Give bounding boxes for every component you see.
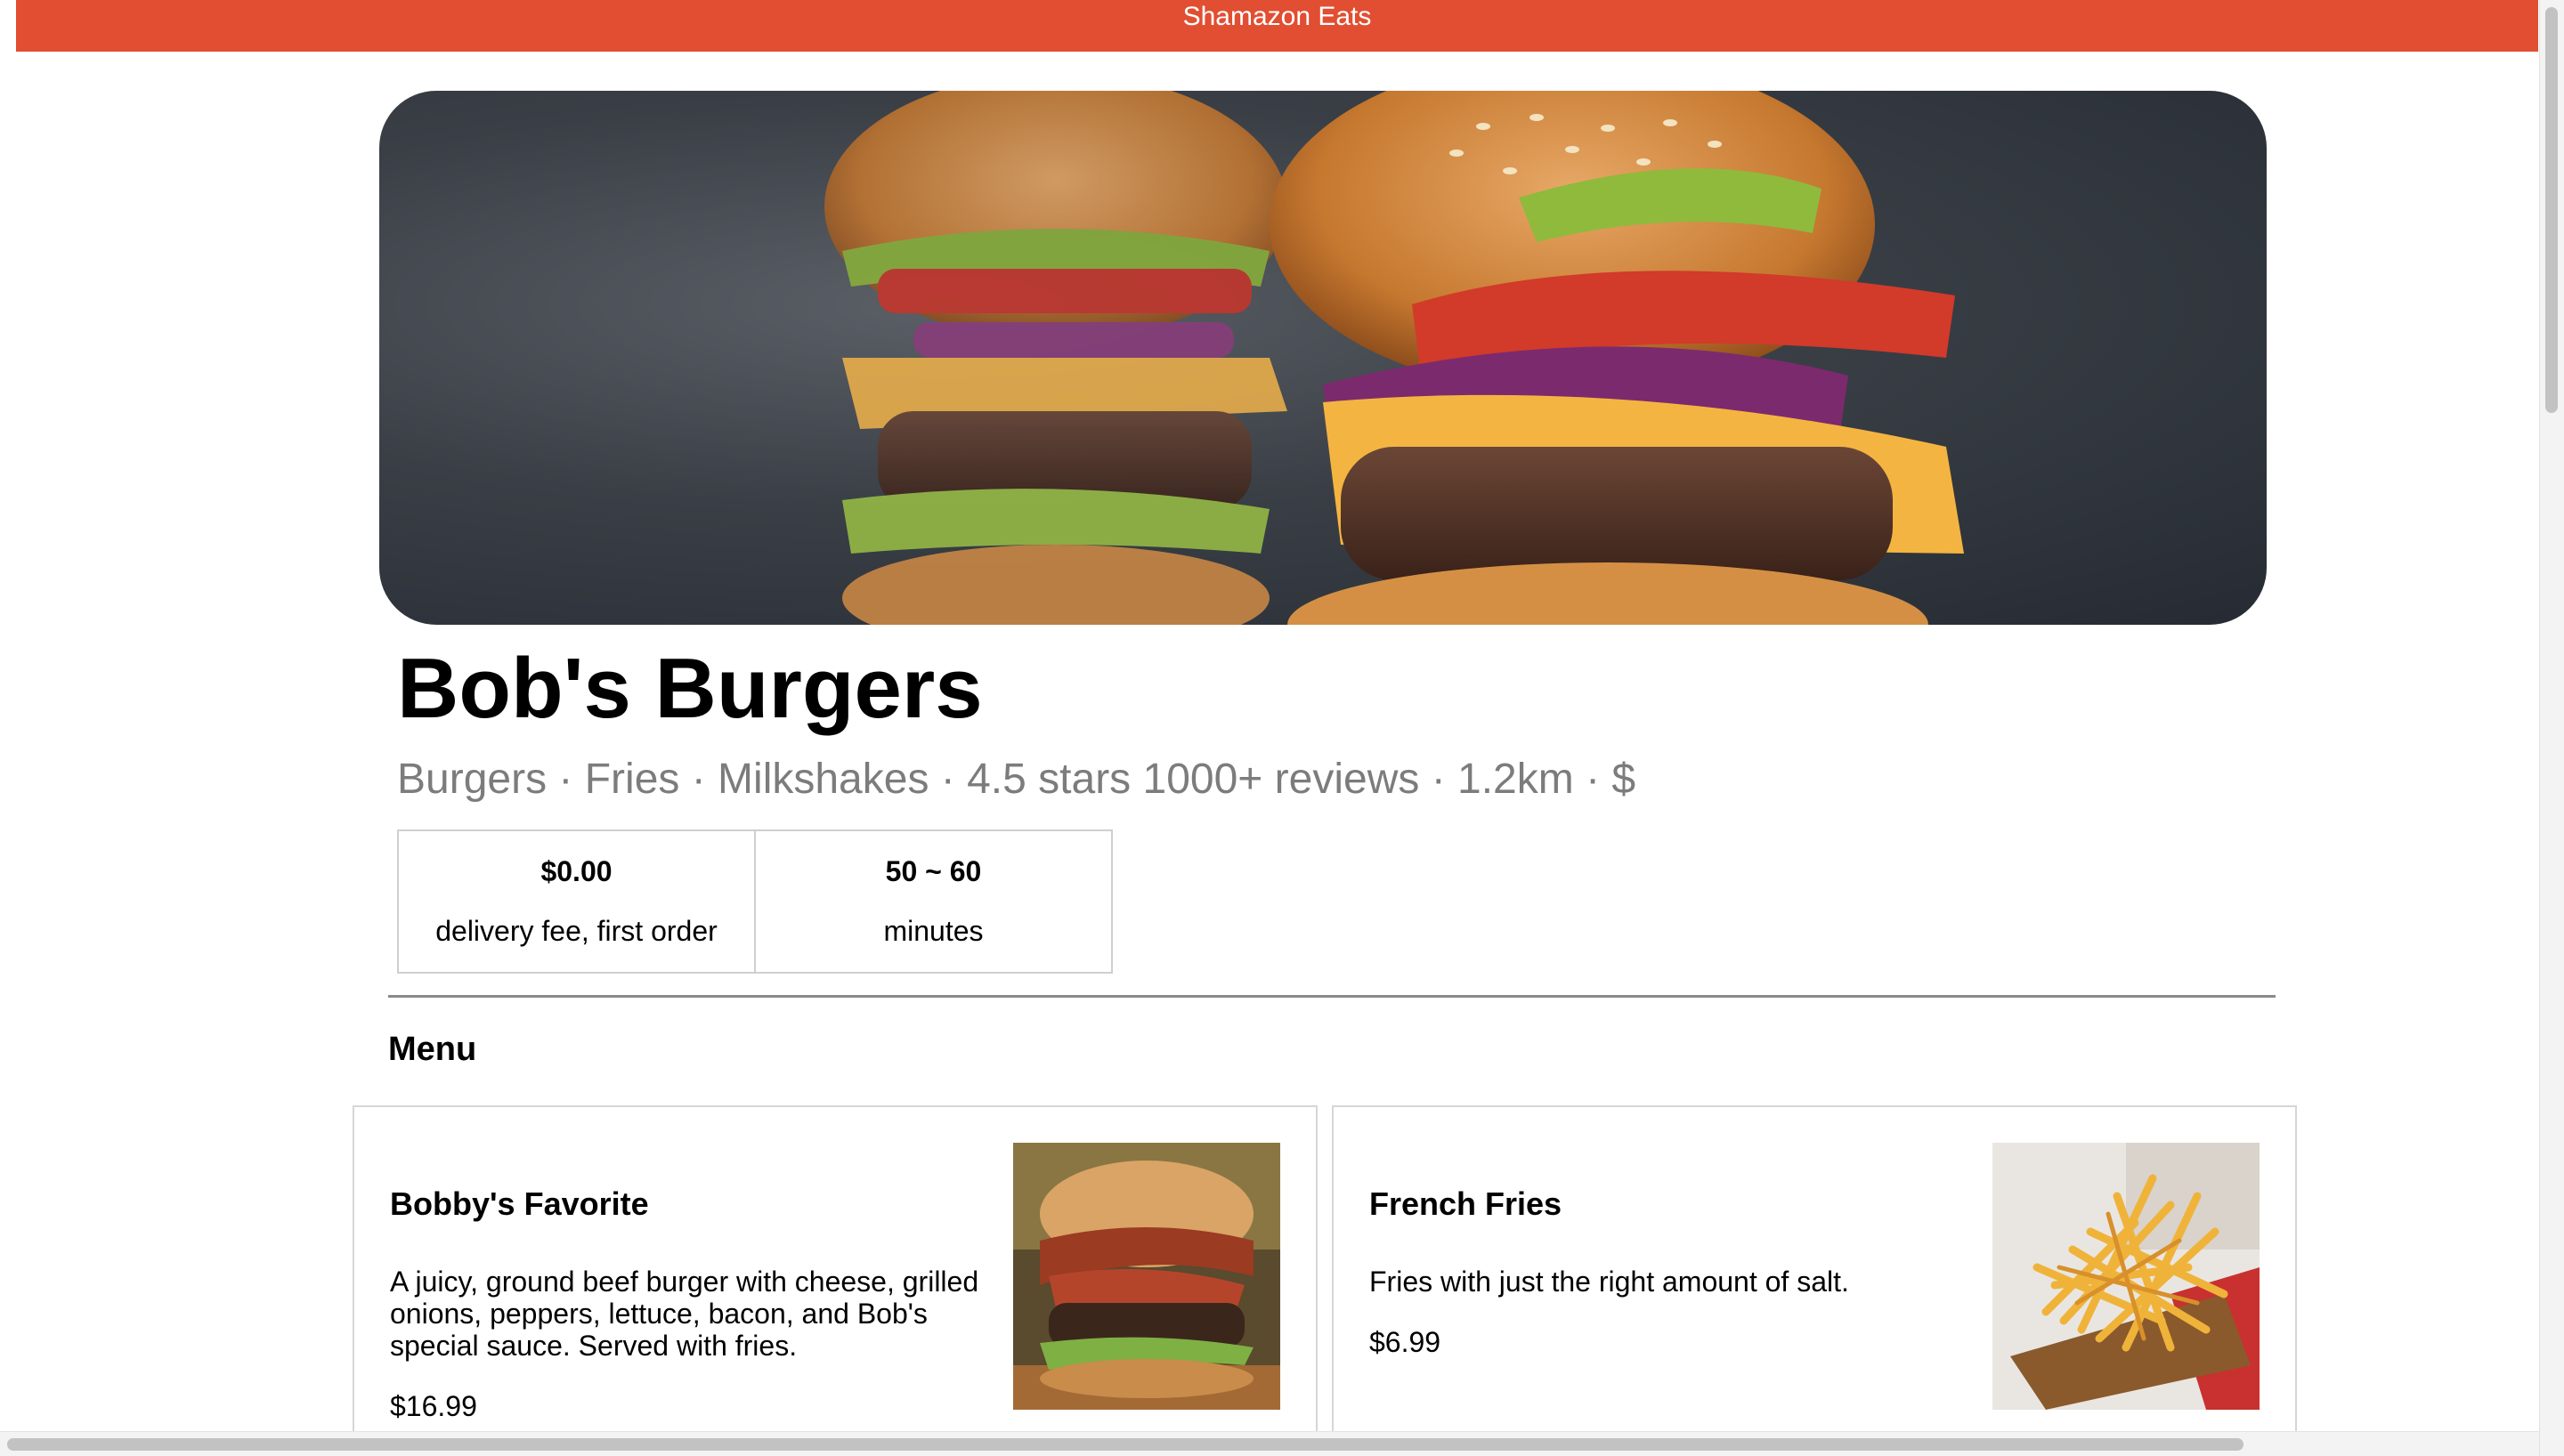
- menu-item-name: Bobby's Favorite: [390, 1185, 649, 1222]
- menu-item-price: $16.99: [390, 1390, 477, 1422]
- menu-item-card[interactable]: French Fries Fries with just the right a…: [1332, 1105, 2297, 1456]
- french-fries-photo: [1992, 1143, 2260, 1410]
- menu-heading: Menu: [388, 1031, 477, 1068]
- page: Shamazon Eats Bob's Burgers Burgers · Fr…: [0, 0, 2564, 1456]
- menu-item-image: [1992, 1143, 2260, 1410]
- delivery-fee: $0.00 delivery fee, first order: [399, 831, 754, 972]
- vertical-scrollbar[interactable]: [2539, 0, 2564, 1456]
- delivery-time-label: minutes: [883, 915, 984, 947]
- menu-item-card[interactable]: Bobby's Favorite A juicy, ground beef bu…: [353, 1105, 1318, 1456]
- restaurant-name: Bob's Burgers: [397, 641, 983, 736]
- delivery-fee-label: delivery fee, first order: [435, 915, 718, 947]
- top-bar: Shamazon Eats: [16, 0, 2538, 52]
- burger-photo: [824, 91, 1964, 625]
- restaurant-details: Burgers · Fries · Milkshakes · 4.5 stars…: [397, 756, 1636, 803]
- horizontal-scrollbar[interactable]: [0, 1431, 2539, 1456]
- brand-title[interactable]: Shamazon Eats: [1183, 2, 1372, 32]
- delivery-time-value: 50 ~ 60: [885, 855, 982, 887]
- section-divider: [388, 995, 2276, 998]
- vertical-scrollbar-thumb[interactable]: [2545, 7, 2558, 413]
- delivery-info: $0.00 delivery fee, first order 50 ~ 60 …: [397, 829, 1113, 974]
- delivery-fee-value: $0.00: [540, 855, 613, 887]
- menu-item-image: [1013, 1143, 1280, 1410]
- menu-item-description: A juicy, ground beef burger with cheese,…: [390, 1266, 979, 1362]
- menu-item-name: French Fries: [1369, 1185, 1562, 1222]
- menu-item-description: Fries with just the right amount of salt…: [1369, 1266, 1849, 1298]
- horizontal-scrollbar-thumb[interactable]: [7, 1438, 2244, 1451]
- menu-item-price: $6.99: [1369, 1326, 1441, 1358]
- delivery-time: 50 ~ 60 minutes: [754, 831, 1111, 972]
- bacon-burger-photo: [1013, 1143, 1280, 1410]
- hero-image: [379, 91, 2267, 625]
